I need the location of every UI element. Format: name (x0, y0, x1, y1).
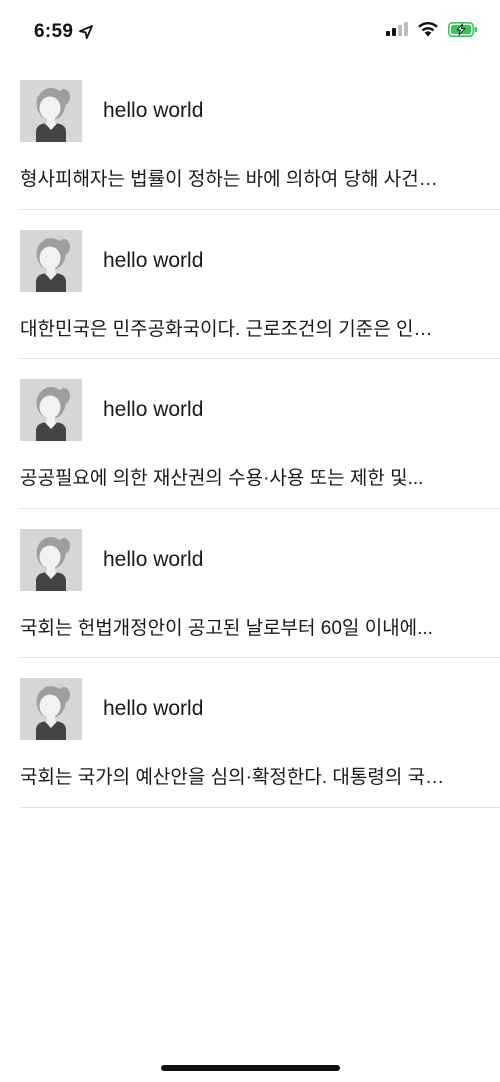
status-time: 6:59 (34, 21, 74, 42)
post-item[interactable]: hello world 공공필요에 의한 재산권의 수용·사용 또는 제한 및.… (0, 359, 500, 509)
post-header: hello world (20, 80, 203, 142)
divider (20, 806, 500, 808)
home-indicator[interactable] (161, 1065, 340, 1071)
username[interactable]: hello world (103, 249, 203, 273)
post-item[interactable]: hello world 국회는 국가의 예산안을 심의·확정한다. 대통령의 국… (0, 658, 500, 808)
post-text: 공공필요에 의한 재산권의 수용·사용 또는 제한 및... (20, 468, 424, 489)
avatar[interactable] (20, 528, 82, 591)
avatar[interactable] (20, 80, 82, 142)
battery-charging-icon (448, 21, 478, 37)
post-item[interactable]: hello world 형사피해자는 법률이 정하는 바에 의하여 당해 사건… (0, 60, 500, 210)
status-time-group: 6:59 (34, 21, 94, 43)
status-icons (386, 21, 478, 37)
username[interactable]: hello world (103, 99, 203, 123)
post-text: 국회는 헌법개정안이 공고된 날로부터 60일 이내에... (20, 617, 433, 639)
post-header: hello world (20, 379, 203, 441)
post-header: hello world (20, 229, 203, 292)
post-item[interactable]: hello world 대한민국은 민주공화국이다. 근로조건의 기준은 인… (0, 210, 500, 359)
post-header: hello world (20, 528, 203, 591)
wifi-icon (417, 21, 439, 37)
username[interactable]: hello world (103, 697, 203, 721)
post-header: hello world (20, 678, 203, 740)
avatar[interactable] (20, 379, 82, 441)
status-bar: 6:59 (0, 0, 500, 64)
post-text: 형사피해자는 법률이 정하는 바에 의하여 당해 사건… (20, 169, 438, 190)
username[interactable]: hello world (103, 548, 203, 572)
post-text: 대한민국은 민주공화국이다. 근로조건의 기준은 인… (20, 318, 433, 340)
post-text: 국회는 국가의 예산안을 심의·확정한다. 대통령의 국… (20, 767, 445, 788)
avatar[interactable] (20, 678, 82, 740)
post-feed[interactable]: hello world 형사피해자는 법률이 정하는 바에 의하여 당해 사건…… (0, 60, 500, 808)
username[interactable]: hello world (103, 398, 203, 422)
location-arrow-icon (79, 25, 94, 39)
cellular-signal-icon (386, 22, 408, 36)
avatar[interactable] (20, 229, 82, 292)
post-item[interactable]: hello world 국회는 헌법개정안이 공고된 날로부터 60일 이내에.… (0, 509, 500, 658)
